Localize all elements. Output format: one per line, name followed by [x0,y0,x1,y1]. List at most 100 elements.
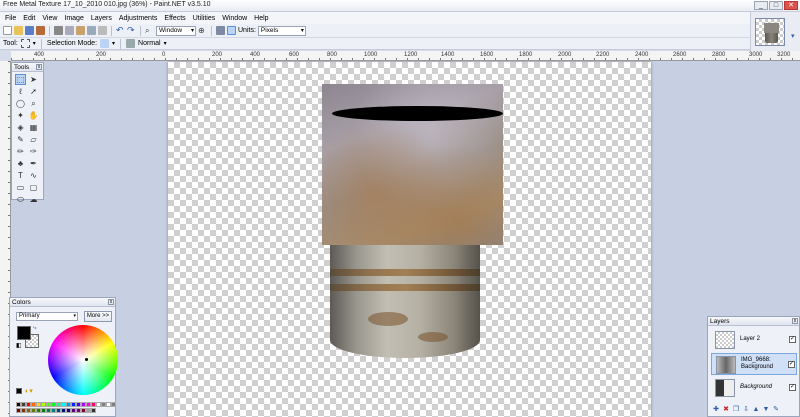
chevron-down-icon[interactable]: ▾ [33,40,36,47]
save-icon[interactable] [25,26,34,35]
swap-colors-icon[interactable]: ⤷ [33,325,36,332]
layer-properties-icon[interactable]: ✎ [772,406,780,414]
ellipse-tool-icon[interactable]: ⬭ [15,194,26,205]
zoom-select[interactable]: Window ▾ [156,25,196,36]
undo-icon[interactable]: ↶ [116,26,125,35]
minimize-button[interactable]: _ [754,1,768,10]
rust-spot [418,332,448,342]
text-tool-icon[interactable]: T [15,170,26,181]
gradient-tool-icon[interactable]: ▦ [28,122,39,133]
menu-utilities[interactable]: Utilities [191,15,221,22]
layer-row-background[interactable]: Background ✓ [711,377,797,399]
ruler-mark: 1200 [404,52,418,58]
close-icon[interactable]: x [36,64,42,70]
lasso-tool-icon[interactable]: ℓ [15,86,26,97]
menu-edit[interactable]: Edit [21,15,40,22]
layer-visibility-checkbox[interactable]: ✓ [789,336,796,343]
freeform-shape-tool-icon[interactable]: ☁ [28,194,39,205]
move-layer-down-icon[interactable]: ▼ [762,406,770,414]
blend-mode-value[interactable]: Normal [138,40,161,47]
tools-grid: ⬚ ➤ ℓ ➚ ◯ ⌕ ✦ ✋ ◈ ▦ ✎ ▱ ✏ ✑ ♣ ✒ T ∿ ▭ ▢ … [12,72,43,207]
chevron-down-icon[interactable]: ▾ [164,40,167,47]
line-tool-icon[interactable]: ∿ [28,170,39,181]
units-value: Pixels [260,26,279,34]
rectangle-select-icon[interactable] [20,39,30,48]
close-icon[interactable]: x [792,318,798,324]
grid-icon[interactable] [216,26,225,35]
chevron-down-icon[interactable]: ▾ [791,32,795,40]
main-toolbar: ↶ ↷ ⌕ Window ▾ ⊕ Units: Pixels ▾ [0,24,750,38]
layer-thumbnail [715,331,735,349]
deselect-icon[interactable] [98,26,107,35]
maximize-button[interactable]: □ [769,1,783,10]
copy-icon[interactable] [65,26,74,35]
layer-row-layer-2[interactable]: Layer 2 ✓ [711,329,797,351]
workspace[interactable] [11,61,800,417]
can-ring [330,269,480,276]
redo-icon[interactable]: ↷ [127,26,136,35]
colors-panel: Colors x Primary ▾ More >> ⤷ ◧ ◐▾ [9,297,118,417]
color-wheel[interactable] [48,325,118,395]
units-select[interactable]: Pixels ▾ [257,25,306,36]
color-palette[interactable] [16,402,116,413]
merge-down-icon[interactable]: ⇩ [742,406,750,414]
title-bar: Free Metal Texture 17_10_2010 010.jpg (3… [0,0,800,12]
layer-visibility-checkbox[interactable]: ✓ [789,384,796,391]
move-selection-tool-icon[interactable]: ➚ [28,86,39,97]
move-selected-tool-icon[interactable]: ➤ [28,74,39,85]
color-picker-tool-icon[interactable]: ✑ [28,146,39,157]
delete-layer-icon[interactable]: ✖ [722,406,730,414]
duplicate-layer-icon[interactable]: ❐ [732,406,740,414]
primary-color-swatch[interactable] [17,326,31,340]
layer-visibility-checkbox[interactable]: ✓ [788,361,795,368]
palette-menu-icon[interactable]: ◐▾ [25,387,33,395]
rectangle-tool-icon[interactable]: ▭ [15,182,26,193]
paintbrush-tool-icon[interactable]: ✎ [15,134,26,145]
pan-tool-icon[interactable]: ✋ [28,110,39,121]
selection-mode-icon[interactable] [100,39,110,48]
palette-primary-icon [16,388,22,394]
menu-view[interactable]: View [40,15,62,22]
menu-image[interactable]: Image [62,15,88,22]
cut-icon[interactable] [54,26,63,35]
close-icon[interactable]: x [108,299,114,305]
menu-file[interactable]: File [3,15,21,22]
rulers-icon[interactable] [227,26,236,35]
clone-stamp-tool-icon[interactable]: ♣ [15,158,26,169]
new-file-icon[interactable] [3,26,12,35]
rectangle-select-tool-icon[interactable]: ⬚ [15,74,26,85]
zoom-in-icon[interactable]: ⊕ [198,26,207,35]
print-icon[interactable] [36,26,45,35]
chevron-down-icon: ▾ [73,313,76,319]
zoom-tool-icon[interactable]: ⌕ [28,98,39,109]
rounded-rectangle-tool-icon[interactable]: ▢ [28,182,39,193]
ellipse-select-tool-icon[interactable]: ◯ [15,98,26,109]
menu-effects[interactable]: Effects [162,15,190,22]
menu-adjustments[interactable]: Adjustments [117,15,163,22]
image-canvas[interactable] [168,62,651,417]
image-thumbnail[interactable] [755,18,785,46]
layer-name: Layer 2 [740,336,761,342]
crop-icon[interactable] [87,26,96,35]
add-layer-icon[interactable]: ✚ [712,406,720,414]
open-file-icon[interactable] [14,26,23,35]
more-colors-button[interactable]: More >> [84,311,112,322]
recolor-tool-icon[interactable]: ✒ [28,158,39,169]
color-mode-select[interactable]: Primary ▾ [16,312,78,321]
menu-help[interactable]: Help [252,15,273,22]
layer-row-img-9668-background[interactable]: IMG_9668: Background ✓ [711,353,797,375]
paste-icon[interactable] [76,26,85,35]
move-layer-up-icon[interactable]: ▲ [752,406,760,414]
chevron-down-icon[interactable]: ▾ [112,40,115,47]
close-button[interactable]: ✕ [784,1,798,10]
reset-colors-icon[interactable]: ◧ [16,342,22,349]
eraser-tool-icon[interactable]: ▱ [28,134,39,145]
pencil-tool-icon[interactable]: ✏ [15,146,26,157]
layer-thumbnail [715,379,735,397]
paint-bucket-tool-icon[interactable]: ◈ [15,122,26,133]
ruler-mark: 800 [327,52,338,58]
menu-layers[interactable]: Layers [89,15,117,22]
menu-window[interactable]: Window [220,15,252,22]
tools-panel-header: Tools x [12,63,43,72]
magic-wand-tool-icon[interactable]: ✦ [15,110,26,121]
